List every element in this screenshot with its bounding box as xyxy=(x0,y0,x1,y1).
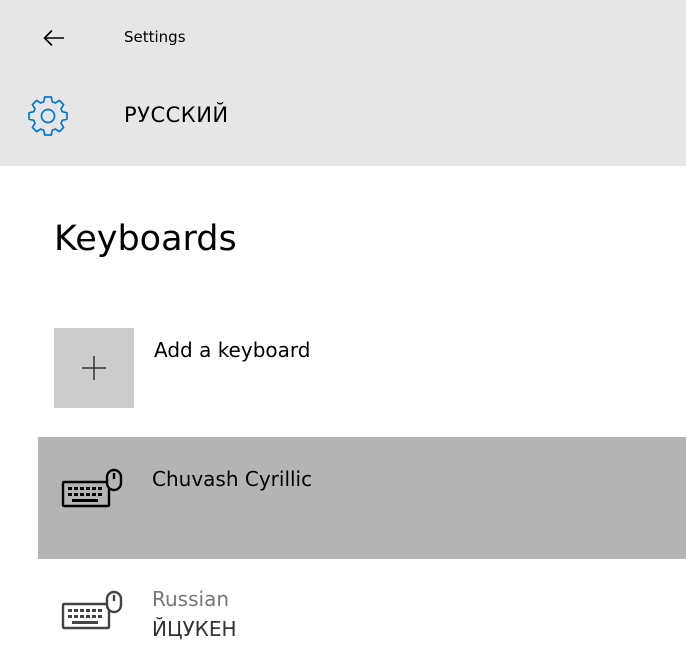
title-bar: Settings xyxy=(0,0,686,80)
keyboard-item-name: Russian xyxy=(152,587,230,611)
back-arrow-icon xyxy=(43,29,64,47)
plus-icon xyxy=(82,356,106,380)
keyboard-item-chuvash-cyrillic[interactable]: Chuvash Cyrillic xyxy=(38,437,686,559)
keyboard-icon xyxy=(61,590,123,630)
section-title-keyboards: Keyboards xyxy=(54,219,237,259)
add-keyboard-label: Add a keyboard xyxy=(154,338,311,362)
add-keyboard-button[interactable]: Add a keyboard xyxy=(54,328,686,408)
keyboard-icon xyxy=(61,468,123,508)
keyboard-item-russian[interactable]: Russian ЙЦУКЕН xyxy=(38,559,686,671)
back-button[interactable] xyxy=(30,14,78,62)
keyboard-item-name: Chuvash Cyrillic xyxy=(152,467,313,491)
add-keyboard-tile[interactable] xyxy=(54,328,134,408)
window-title: Settings xyxy=(124,28,186,46)
keyboard-item-layout: ЙЦУКЕН xyxy=(152,617,237,641)
page-header: РУССКИЙ xyxy=(0,80,686,166)
header: Settings РУССКИЙ xyxy=(0,0,686,166)
gear-icon xyxy=(28,96,68,136)
page-title: РУССКИЙ xyxy=(124,103,229,127)
